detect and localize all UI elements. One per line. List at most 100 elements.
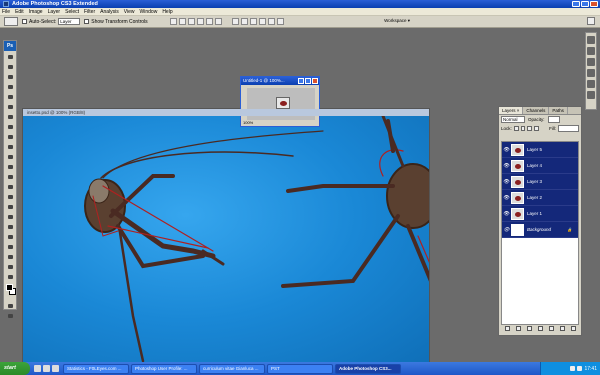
history-icon[interactable] bbox=[587, 58, 595, 66]
quick-mask-icon[interactable] bbox=[5, 301, 15, 310]
workspace-menu[interactable]: Workspace ▾ bbox=[384, 18, 410, 24]
eyedropper-tool-icon[interactable] bbox=[5, 252, 15, 261]
eye-icon[interactable]: 👁 bbox=[502, 147, 511, 153]
layer-row[interactable]: 👁 Layer 4 bbox=[502, 158, 578, 174]
notes-tool-icon[interactable] bbox=[5, 242, 15, 251]
eye-icon[interactable]: 👁 bbox=[502, 227, 511, 233]
lock-transparency-icon[interactable] bbox=[513, 126, 519, 131]
lasso-tool-icon[interactable] bbox=[5, 72, 15, 81]
menu-edit[interactable]: Edit bbox=[15, 9, 24, 15]
layer-row[interactable]: 👁 Layer 3 bbox=[502, 174, 578, 190]
layer-row[interactable]: 👁 Layer 5 bbox=[502, 142, 578, 158]
menu-select[interactable]: Select bbox=[65, 9, 79, 15]
shape-tool-icon[interactable] bbox=[5, 222, 15, 231]
layer-row[interactable]: 👁 Layer 1 bbox=[502, 206, 578, 222]
menu-help[interactable]: Help bbox=[162, 9, 172, 15]
path-selection-tool-icon[interactable] bbox=[5, 212, 15, 221]
close-button[interactable] bbox=[590, 1, 598, 7]
layer-row-background[interactable]: 👁 Background 🔒 bbox=[502, 222, 578, 238]
align-top-icon[interactable] bbox=[169, 18, 177, 25]
blend-mode-dropdown[interactable]: Normal bbox=[501, 116, 525, 123]
trash-icon[interactable] bbox=[570, 326, 576, 331]
align-right-icon[interactable] bbox=[214, 18, 222, 25]
menu-layer[interactable]: Layer bbox=[48, 9, 61, 15]
eye-icon[interactable]: 👁 bbox=[502, 179, 511, 185]
color-swatches[interactable] bbox=[5, 283, 16, 299]
tool-presets-icon[interactable] bbox=[587, 80, 595, 88]
browser-icon[interactable] bbox=[43, 365, 50, 372]
maximize-button[interactable] bbox=[581, 1, 589, 7]
tray-icon[interactable] bbox=[570, 366, 576, 371]
distribute-right-icon[interactable] bbox=[276, 18, 284, 25]
distribute-middle-icon[interactable] bbox=[240, 18, 248, 25]
group-icon[interactable] bbox=[548, 326, 554, 331]
distribute-left-icon[interactable] bbox=[258, 18, 266, 25]
start-button[interactable]: start bbox=[0, 362, 30, 375]
pen-tool-icon[interactable] bbox=[5, 192, 15, 201]
tab-channels[interactable]: Channels bbox=[523, 107, 550, 114]
layer-row[interactable]: 👁 Layer 2 bbox=[502, 190, 578, 206]
brushes-icon[interactable] bbox=[587, 17, 595, 25]
eye-icon[interactable]: 👁 bbox=[502, 211, 511, 217]
healing-brush-tool-icon[interactable] bbox=[5, 112, 15, 121]
taskbar-item[interactable]: PST bbox=[267, 363, 333, 374]
3d-tool-icon[interactable] bbox=[5, 232, 15, 241]
menu-analysis[interactable]: Analysis bbox=[100, 9, 119, 15]
screen-mode-icon[interactable] bbox=[5, 311, 15, 320]
tab-layers[interactable]: Layers × bbox=[499, 107, 524, 114]
brush-tool-icon[interactable] bbox=[5, 122, 15, 131]
move-tool-icon[interactable] bbox=[5, 52, 15, 61]
taskbar-item[interactable]: curriculum vitae Gianluca ... bbox=[199, 363, 265, 374]
foreground-color-swatch[interactable] bbox=[6, 284, 13, 291]
crop-tool-icon[interactable] bbox=[5, 92, 15, 101]
fill-input[interactable] bbox=[558, 125, 579, 132]
untitled-minimize-button[interactable] bbox=[298, 78, 304, 84]
tool-preset-picker[interactable] bbox=[4, 17, 18, 26]
tray-icon[interactable] bbox=[577, 366, 583, 371]
minimize-button[interactable] bbox=[572, 1, 580, 7]
distribute-center-icon[interactable] bbox=[267, 18, 275, 25]
info-icon[interactable] bbox=[587, 91, 595, 99]
lock-pixels-icon[interactable] bbox=[520, 126, 526, 131]
menu-image[interactable]: Image bbox=[29, 9, 43, 15]
desktop-icon[interactable] bbox=[34, 365, 41, 372]
menu-file[interactable]: File bbox=[2, 9, 10, 15]
layer-style-icon[interactable] bbox=[515, 326, 521, 331]
document-canvas[interactable] bbox=[23, 116, 429, 362]
hand-tool-icon[interactable] bbox=[5, 262, 15, 271]
slice-tool-icon[interactable] bbox=[5, 102, 15, 111]
taskbar-item-active[interactable]: Adobe Photoshop CS3... bbox=[335, 363, 401, 374]
taskbar-item[interactable]: Photoshop User Profile: ... bbox=[131, 363, 197, 374]
distribute-bottom-icon[interactable] bbox=[249, 18, 257, 25]
auto-select-checkbox[interactable] bbox=[22, 19, 27, 24]
menu-filter[interactable]: Filter bbox=[84, 9, 95, 15]
actions-icon[interactable] bbox=[587, 69, 595, 77]
auto-select-dropdown[interactable]: Layer bbox=[58, 18, 81, 25]
eraser-tool-icon[interactable] bbox=[5, 152, 15, 161]
clone-stamp-tool-icon[interactable] bbox=[5, 132, 15, 141]
media-icon[interactable] bbox=[52, 365, 59, 372]
distribute-top-icon[interactable] bbox=[231, 18, 239, 25]
navigator-icon[interactable] bbox=[587, 36, 595, 44]
taskbar-item[interactable]: Statistics - F0LEyes.com ... bbox=[63, 363, 129, 374]
layer-mask-icon[interactable] bbox=[526, 326, 532, 331]
histogram-icon[interactable] bbox=[587, 47, 595, 55]
magic-wand-tool-icon[interactable] bbox=[5, 82, 15, 91]
dodge-tool-icon[interactable] bbox=[5, 182, 15, 191]
tab-paths[interactable]: Paths bbox=[549, 107, 568, 114]
opacity-input[interactable] bbox=[547, 116, 560, 123]
zoom-tool-icon[interactable] bbox=[5, 272, 15, 281]
align-left-icon[interactable] bbox=[196, 18, 204, 25]
untitled-close-button[interactable] bbox=[312, 78, 318, 84]
adjustment-layer-icon[interactable] bbox=[537, 326, 543, 331]
gradient-tool-icon[interactable] bbox=[5, 162, 15, 171]
untitled-zoom-level[interactable]: 100% bbox=[243, 120, 253, 125]
type-tool-icon[interactable] bbox=[5, 202, 15, 211]
align-bottom-icon[interactable] bbox=[187, 18, 195, 25]
align-center-icon[interactable] bbox=[205, 18, 213, 25]
marquee-tool-icon[interactable] bbox=[5, 62, 15, 71]
eye-icon[interactable]: 👁 bbox=[502, 195, 511, 201]
blur-tool-icon[interactable] bbox=[5, 172, 15, 181]
new-layer-icon[interactable] bbox=[559, 326, 565, 331]
align-middle-icon[interactable] bbox=[178, 18, 186, 25]
